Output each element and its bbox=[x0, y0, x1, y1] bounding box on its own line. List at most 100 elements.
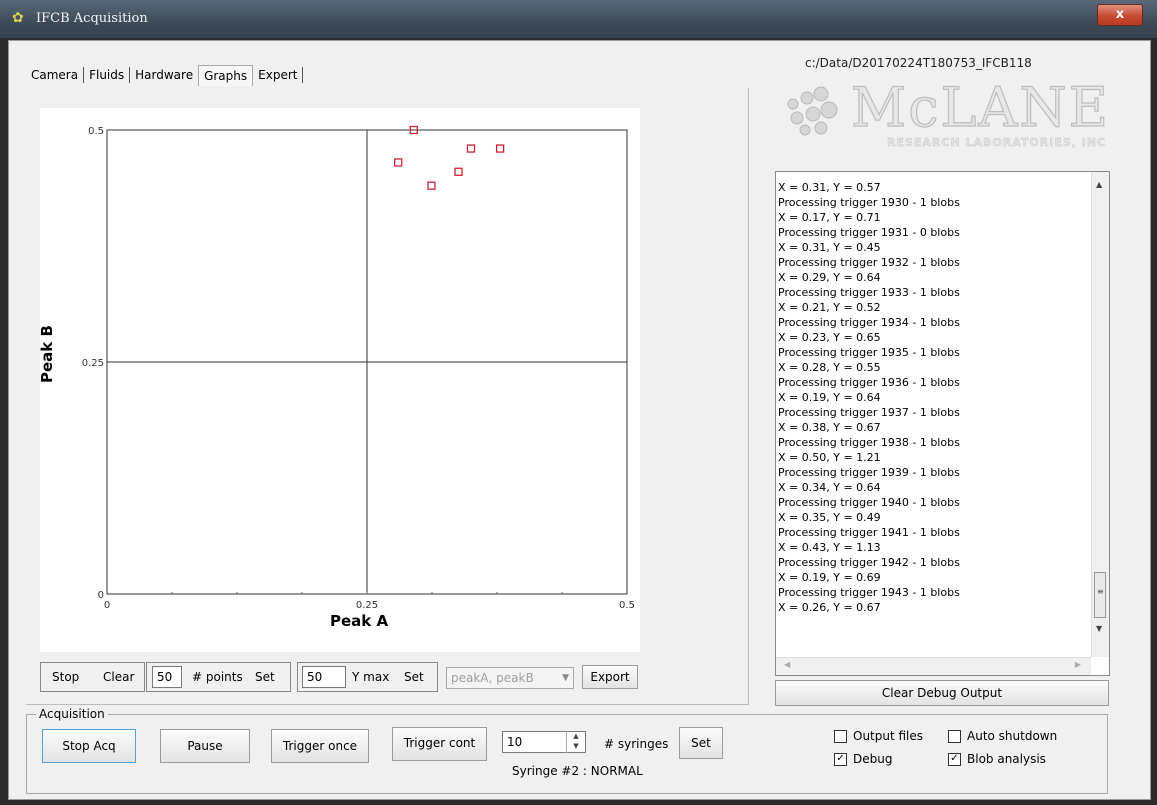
window-title: IFCB Acquisition bbox=[36, 11, 148, 26]
data-point bbox=[394, 158, 403, 167]
syringes-label: # syringes bbox=[604, 737, 669, 751]
scroll-up-icon[interactable]: ▲ bbox=[1096, 180, 1102, 189]
debug-line: X = 0.26, Y = 0.67 bbox=[778, 601, 881, 614]
debug-lines: X = 0.31, Y = 0.57 Processing trigger 193… bbox=[778, 180, 1083, 615]
app-window: ✿ IFCB Acquisition x Camera Fluids Hardw… bbox=[0, 0, 1157, 805]
y-tick-label: 0.25 bbox=[82, 358, 104, 369]
x-tick-label: 0 bbox=[104, 600, 110, 611]
debug-output[interactable]: X = 0.31, Y = 0.57 Processing trigger 193… bbox=[775, 171, 1110, 676]
ymax-set-button[interactable]: Set bbox=[404, 670, 424, 684]
blob-analysis-checkbox[interactable]: ✓ Blob analysis bbox=[948, 752, 1046, 766]
x-axis-title: Peak A bbox=[330, 612, 389, 630]
output-files-label: Output files bbox=[853, 729, 924, 743]
mclane-logo-graphic: McLANE RESEARCH LABORATORIES, INC bbox=[787, 75, 1110, 149]
ymax-label: Y max bbox=[352, 670, 390, 684]
output-files-checkbox[interactable]: Output files bbox=[834, 729, 923, 743]
debug-line: Processing trigger 1934 - 1 blobs bbox=[778, 316, 960, 329]
stop-graph-button[interactable]: Stop bbox=[52, 670, 79, 684]
series-select[interactable]: peakA, peakB ▼ bbox=[446, 667, 574, 689]
blob-analysis-label: Blob analysis bbox=[967, 752, 1046, 766]
series-select-value: peakA, peakB bbox=[451, 671, 534, 685]
y-tick-label: 0 bbox=[98, 590, 104, 601]
clear-debug-button[interactable]: Clear Debug Output bbox=[775, 680, 1109, 706]
debug-line: Processing trigger 1937 - 1 blobs bbox=[778, 406, 960, 419]
debug-line: X = 0.38, Y = 0.67 bbox=[778, 421, 881, 434]
debug-line: X = 0.21, Y = 0.52 bbox=[778, 301, 881, 314]
auto-shutdown-checkbox[interactable]: Auto shutdown bbox=[948, 729, 1057, 743]
scroll-thumb[interactable]: ≡ bbox=[1094, 572, 1106, 618]
debug-line: X = 0.17, Y = 0.71 bbox=[778, 211, 881, 224]
debug-checkbox[interactable]: ✓ Debug bbox=[834, 752, 892, 766]
points-label: # points bbox=[192, 670, 243, 684]
scroll-left-icon[interactable]: ◀ bbox=[784, 660, 790, 669]
points-input[interactable]: 50 bbox=[152, 666, 182, 688]
syringes-stepper[interactable]: ▲ ▼ bbox=[566, 731, 585, 753]
tab-camera[interactable]: Camera bbox=[26, 67, 85, 83]
debug-horizontal-scrollbar[interactable]: ◀ ▶ bbox=[776, 657, 1091, 675]
app-icon: ✿ bbox=[12, 10, 24, 26]
checkbox-box[interactable]: ✓ bbox=[948, 752, 961, 766]
checkbox-box[interactable] bbox=[948, 729, 961, 743]
clear-graph-button[interactable]: Clear bbox=[103, 670, 134, 684]
x-tick-label: 0.5 bbox=[619, 600, 635, 611]
debug-line: X = 0.35, Y = 0.49 bbox=[778, 511, 881, 524]
logo-main-text: McLANE bbox=[851, 76, 1110, 139]
debug-line: Processing trigger 1933 - 1 blobs bbox=[778, 286, 960, 299]
debug-vertical-scrollbar[interactable]: ▲ ≡ ▼ bbox=[1091, 172, 1109, 657]
debug-line: Processing trigger 1935 - 1 blobs bbox=[778, 346, 960, 359]
debug-line: X = 0.28, Y = 0.55 bbox=[778, 361, 881, 374]
pause-button[interactable]: Pause bbox=[160, 729, 250, 763]
data-path: c:/Data/D20170224T180753_IFCB118 bbox=[805, 56, 1032, 70]
checkbox-box[interactable]: ✓ bbox=[834, 752, 847, 766]
trigger-cont-button[interactable]: Trigger cont bbox=[392, 727, 487, 761]
debug-line: X = 0.34, Y = 0.64 bbox=[778, 481, 881, 494]
scatter-plot: 0 0 0.25 0.25 0.5 0.5 bbox=[40, 108, 640, 652]
points-set-button[interactable]: Set bbox=[255, 670, 275, 684]
trigger-once-button[interactable]: Trigger once bbox=[271, 729, 369, 763]
debug-line: Processing trigger 1941 - 1 blobs bbox=[778, 526, 960, 539]
debug-line: Processing trigger 1940 - 1 blobs bbox=[778, 496, 960, 509]
scroll-right-icon[interactable]: ▶ bbox=[1075, 660, 1081, 669]
debug-line: X = 0.19, Y = 0.69 bbox=[778, 571, 881, 584]
tab-expert[interactable]: Expert bbox=[253, 67, 304, 83]
debug-line: Processing trigger 1931 - 0 blobs bbox=[778, 226, 960, 239]
tab-graphs[interactable]: Graphs bbox=[198, 64, 254, 86]
logo-sub-text: RESEARCH LABORATORIES, INC bbox=[887, 136, 1106, 149]
title-bar[interactable]: ✿ IFCB Acquisition x bbox=[0, 0, 1157, 38]
y-tick-label: 0.5 bbox=[88, 126, 104, 137]
debug-line: X = 0.29, Y = 0.64 bbox=[778, 271, 881, 284]
stepper-down-icon[interactable]: ▼ bbox=[573, 742, 578, 750]
acquisition-group-label: Acquisition bbox=[36, 707, 108, 721]
debug-line: X = 0.31, Y = 0.57 bbox=[778, 181, 881, 194]
debug-line: Processing trigger 1943 - 1 blobs bbox=[778, 586, 960, 599]
tab-hardware[interactable]: Hardware bbox=[130, 67, 198, 83]
ymax-input[interactable]: 50 bbox=[302, 666, 346, 688]
syringes-set-button[interactable]: Set bbox=[679, 727, 723, 759]
scatter-plot-svg: 00 0.25 0.25 0.5 0.5 bbox=[82, 125, 635, 611]
debug-line: Processing trigger 1938 - 1 blobs bbox=[778, 436, 960, 449]
close-button[interactable]: x bbox=[1097, 4, 1143, 26]
checkbox-box[interactable] bbox=[834, 729, 847, 743]
debug-line: Processing trigger 1936 - 1 blobs bbox=[778, 376, 960, 389]
debug-label: Debug bbox=[853, 752, 893, 766]
tab-fluids[interactable]: Fluids bbox=[84, 67, 131, 83]
debug-line: X = 0.23, Y = 0.65 bbox=[778, 331, 881, 344]
debug-line: Processing trigger 1939 - 1 blobs bbox=[778, 466, 960, 479]
x-tick-label: 0.25 bbox=[356, 600, 378, 611]
debug-line: X = 0.43, Y = 1.13 bbox=[778, 541, 881, 554]
auto-shutdown-label: Auto shutdown bbox=[967, 729, 1058, 743]
y-axis-title: Peak B bbox=[38, 325, 56, 383]
debug-line: X = 0.50, Y = 1.21 bbox=[778, 451, 881, 464]
chevron-down-icon: ▼ bbox=[562, 673, 569, 683]
debug-line: X = 0.31, Y = 0.45 bbox=[778, 241, 881, 254]
debug-line: Processing trigger 1932 - 1 blobs bbox=[778, 256, 960, 269]
tab-strip: Camera Fluids Hardware Graphs Expert bbox=[26, 64, 304, 86]
mclane-logo: McLANE RESEARCH LABORATORIES, INC bbox=[775, 74, 1115, 154]
debug-line: Processing trigger 1930 - 1 blobs bbox=[778, 196, 960, 209]
stepper-up-icon[interactable]: ▲ bbox=[573, 732, 578, 740]
stop-acq-button[interactable]: Stop Acq bbox=[42, 729, 136, 763]
data-point bbox=[427, 181, 436, 190]
export-button[interactable]: Export bbox=[582, 665, 638, 689]
debug-line: X = 0.19, Y = 0.64 bbox=[778, 391, 881, 404]
scroll-down-icon[interactable]: ▼ bbox=[1096, 624, 1102, 633]
